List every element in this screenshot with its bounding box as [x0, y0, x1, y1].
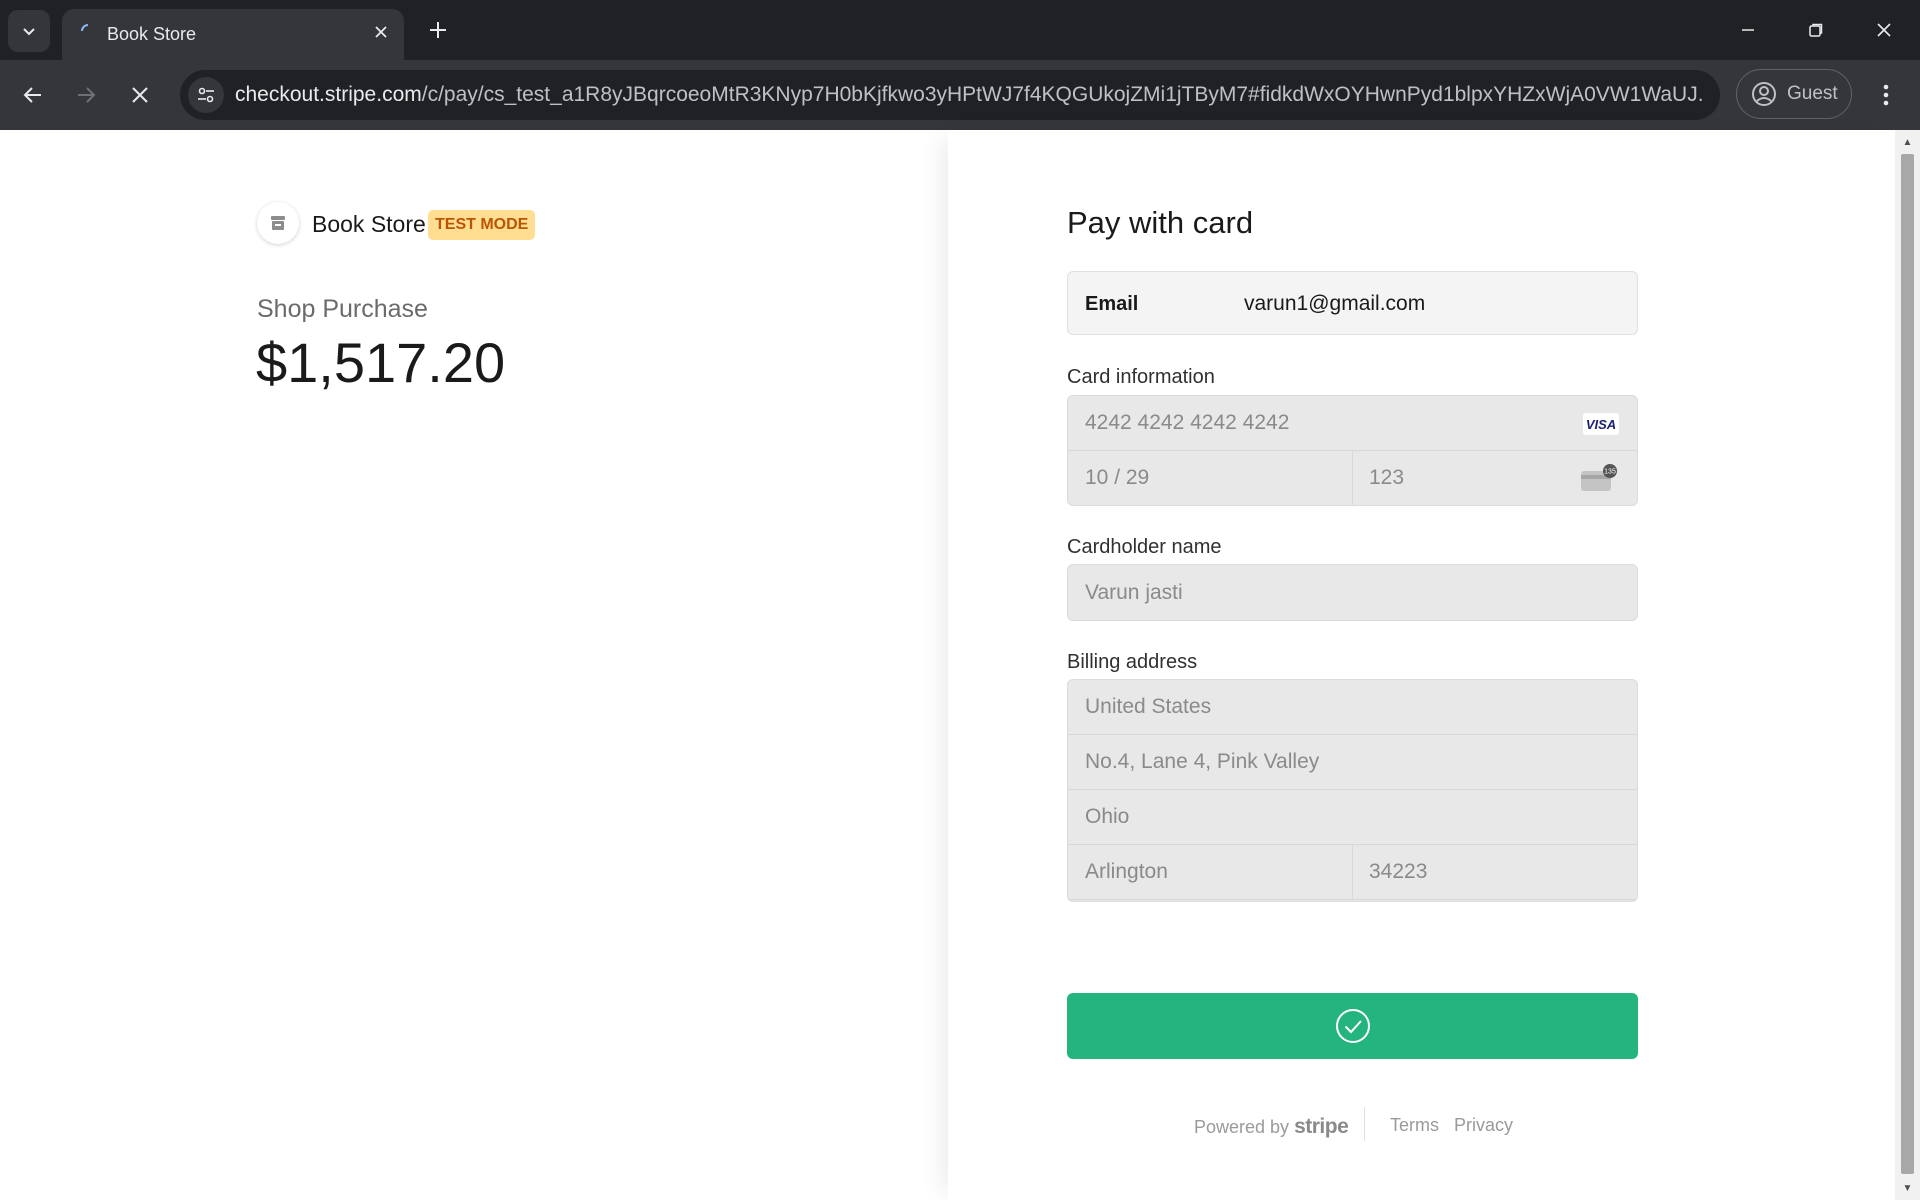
- address-line2-input[interactable]: Ohio: [1068, 790, 1637, 844]
- cardholder-group: Varun jasti: [1067, 564, 1638, 621]
- product-name: Shop Purchase: [257, 295, 428, 323]
- privacy-link[interactable]: Privacy: [1454, 1115, 1513, 1136]
- visa-icon: VISA: [1583, 413, 1619, 435]
- browser-menu-button[interactable]: [1868, 75, 1904, 115]
- back-button[interactable]: [13, 75, 53, 115]
- cvc-card-icon: 135: [1581, 464, 1617, 491]
- tune-icon: [198, 87, 214, 103]
- browser-toolbar: checkout.stripe.com/c/pay/cs_test_a1R8yJ…: [0, 60, 1920, 130]
- billing-label: Billing address: [1067, 651, 1198, 673]
- cardholder-label: Cardholder name: [1067, 536, 1222, 558]
- zip-input[interactable]: 34223: [1352, 845, 1637, 899]
- check-circle-icon: [1335, 1009, 1370, 1043]
- scroll-up-arrow[interactable]: ▲: [1901, 136, 1914, 148]
- country-select[interactable]: United States: [1068, 680, 1637, 734]
- card-expiry-cvc-row: 10 / 29 123 135: [1068, 451, 1637, 505]
- close-icon: [132, 87, 148, 103]
- site-info-button[interactable]: [188, 77, 224, 113]
- expiry-input[interactable]: 10 / 29: [1068, 451, 1352, 505]
- close-icon: [1877, 23, 1891, 37]
- tab-bar: Book Store: [0, 0, 1920, 60]
- address-bar[interactable]: checkout.stripe.com/c/pay/cs_test_a1R8yJ…: [180, 70, 1720, 120]
- plus-icon: [430, 22, 446, 38]
- email-value: varun1@gmail.com: [1244, 292, 1426, 315]
- pay-button[interactable]: [1067, 993, 1638, 1059]
- powered-by[interactable]: Powered by stripe: [1194, 1115, 1349, 1139]
- loading-icon: [81, 24, 89, 32]
- total-amount: $1,517.20: [256, 331, 506, 394]
- city-input[interactable]: Arlington: [1068, 845, 1352, 899]
- billing-address-group: United States No.4, Lane 4, Pink Valley …: [1067, 679, 1638, 902]
- card-number-input[interactable]: 4242 4242 4242 4242: [1068, 396, 1637, 450]
- city-zip-row: Arlington 34223: [1068, 845, 1637, 900]
- page-scrollbar[interactable]: ▲ ▼: [1895, 130, 1920, 1200]
- state-select[interactable]: Texas: [1068, 900, 1637, 901]
- stop-loading-button[interactable]: [120, 75, 160, 115]
- profile-label: Guest: [1787, 83, 1838, 104]
- url-host: checkout.stripe.com: [235, 83, 422, 106]
- address-line1-input[interactable]: No.4, Lane 4, Pink Valley: [1068, 735, 1637, 789]
- tab-title: Book Store: [107, 24, 197, 44]
- close-window-button[interactable]: [1858, 8, 1910, 52]
- terms-link[interactable]: Terms: [1390, 1115, 1439, 1136]
- footer-divider: [1364, 1107, 1365, 1141]
- arrow-left-icon: [23, 87, 41, 103]
- browser-tab[interactable]: Book Store: [62, 9, 404, 60]
- tab-search-button[interactable]: [8, 10, 50, 52]
- account-circle-icon: [1752, 82, 1776, 106]
- url-text: checkout.stripe.com/c/pay/cs_test_a1R8yJ…: [235, 83, 1705, 107]
- email-label: Email: [1085, 293, 1139, 315]
- address-line2-row: Ohio: [1068, 790, 1637, 845]
- profile-button[interactable]: Guest: [1736, 69, 1852, 119]
- email-field[interactable]: Email varun1@gmail.com: [1067, 271, 1638, 335]
- footer: Powered by stripe Terms Privacy: [1067, 1105, 1638, 1145]
- card-info-label: Card information: [1067, 366, 1215, 388]
- test-mode-badge: TEST MODE: [428, 210, 536, 240]
- card-number-row: 4242 4242 4242 4242 VISA: [1068, 396, 1637, 451]
- checkout-page: Book Store TEST MODE Shop Purchase $1,51…: [0, 130, 1895, 1200]
- cardholder-input[interactable]: Varun jasti: [1068, 565, 1637, 620]
- payment-panel: Pay with card Email varun1@gmail.com Car…: [948, 130, 1895, 1200]
- close-icon: [375, 26, 387, 38]
- tab-close-button[interactable]: [370, 21, 392, 43]
- store-icon: [271, 216, 285, 230]
- url-path: /c/pay/cs_test_a1R8yJBqrcoeoMtR3KNyp7H0b…: [421, 83, 1705, 106]
- minimize-button[interactable]: [1722, 8, 1774, 52]
- cardholder-row: Varun jasti: [1068, 565, 1637, 620]
- more-vertical-icon: [1883, 84, 1889, 106]
- state-row: Texas: [1068, 900, 1637, 901]
- restore-icon: [1809, 23, 1823, 37]
- scroll-thumb[interactable]: [1901, 154, 1914, 1174]
- minimize-icon: [1742, 29, 1754, 31]
- restore-button[interactable]: [1790, 8, 1842, 52]
- chevron-down-icon: [23, 28, 35, 36]
- new-tab-button[interactable]: [420, 12, 456, 48]
- pay-title: Pay with card: [1067, 205, 1254, 240]
- stripe-logo: stripe: [1294, 1115, 1349, 1138]
- cvc-icon-text: 135: [1604, 469, 1616, 476]
- scroll-down-arrow[interactable]: ▼: [1901, 1182, 1914, 1194]
- powered-by-text: Powered by: [1194, 1117, 1290, 1137]
- country-row: United States: [1068, 680, 1637, 735]
- card-info-group: 4242 4242 4242 4242 VISA 10 / 29 123 135: [1067, 395, 1638, 506]
- arrow-right-icon: [78, 87, 96, 103]
- forward-button[interactable]: [66, 75, 106, 115]
- store-logo: [257, 202, 299, 244]
- merchant-name: Book Store: [312, 211, 426, 237]
- address-line-row: No.4, Lane 4, Pink Valley: [1068, 735, 1637, 790]
